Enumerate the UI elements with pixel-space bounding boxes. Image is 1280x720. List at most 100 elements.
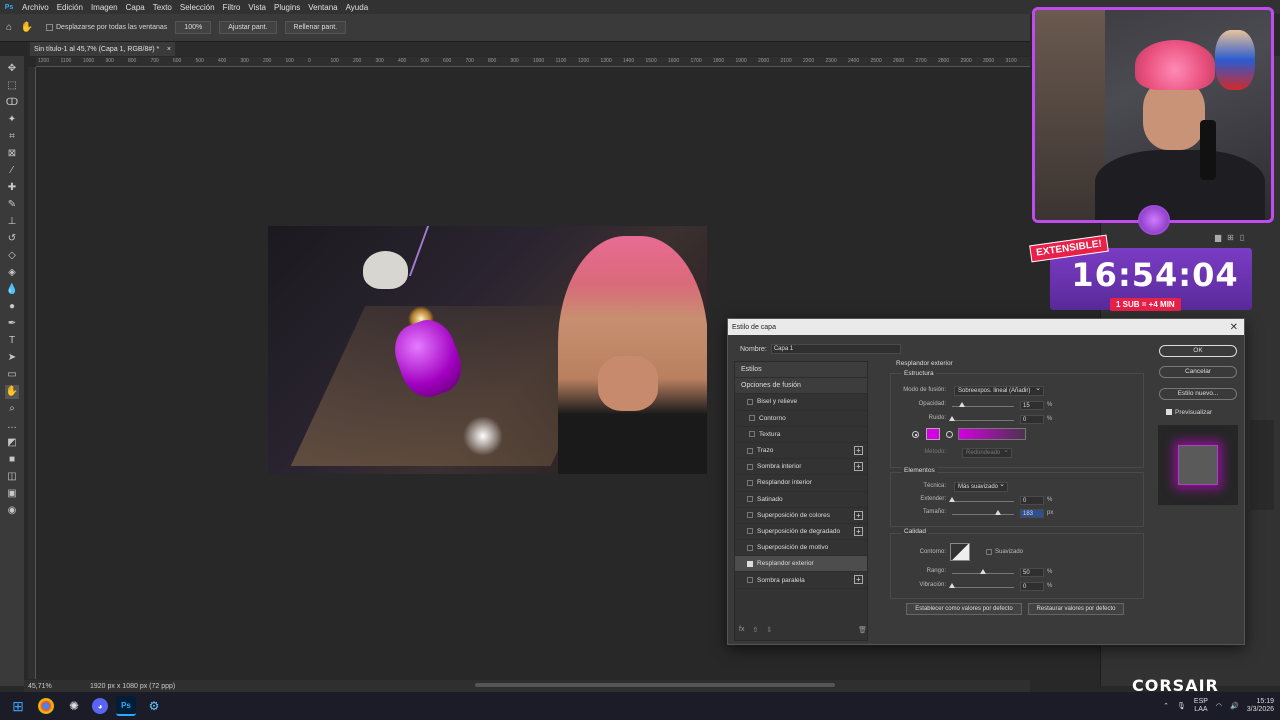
bevel-emboss-item[interactable]: Bisel y relieve [735, 394, 867, 411]
new-style-button[interactable]: Estilo nuevo... [1159, 388, 1237, 400]
tab-close-icon[interactable]: × [167, 46, 171, 53]
folder-icon[interactable]: ▆ [1215, 233, 1221, 242]
menu-texto[interactable]: Texto [149, 3, 176, 12]
add-drop-shadow-icon[interactable]: + [854, 575, 863, 585]
fx-icon[interactable]: fx [739, 626, 744, 634]
marquee-tool-icon[interactable]: ⬚ [5, 79, 19, 93]
spread-slider[interactable] [952, 501, 1014, 502]
blur-tool-icon[interactable]: 💧 [5, 283, 19, 297]
add-inner-shadow-icon[interactable]: + [854, 462, 863, 472]
share-icon[interactable]: ◉ [5, 504, 19, 518]
range-slider-thumb[interactable] [980, 569, 986, 574]
history-brush-tool-icon[interactable]: ↺ [5, 232, 19, 246]
satin-item[interactable]: Satinado [735, 492, 867, 508]
lasso-tool-icon[interactable]: ↀ [5, 96, 19, 110]
menu-archivo[interactable]: Archivo [18, 3, 53, 12]
tray-chevron-icon[interactable]: ⌃ [1163, 702, 1169, 710]
color-overlay-item[interactable]: Superposición de colores + [735, 508, 867, 524]
add-color-overlay-icon[interactable]: + [854, 510, 863, 520]
menu-vista[interactable]: Vista [244, 3, 270, 12]
inner-glow-item[interactable]: Resplandor interior [735, 475, 867, 492]
size-slider-thumb[interactable] [995, 510, 1001, 515]
steam-icon[interactable]: ⚙ [144, 696, 164, 716]
style-checkbox[interactable] [747, 447, 753, 454]
pen-tool-icon[interactable]: ✒ [5, 317, 19, 331]
antialias-checkbox[interactable] [986, 549, 992, 555]
scroll-all-windows-option[interactable]: Desplazarse por todas las ventanas [46, 24, 167, 31]
jitter-slider-thumb[interactable] [949, 583, 955, 588]
menu-edicion[interactable]: Edición [53, 3, 87, 12]
blend-mode-select[interactable]: Sobreexpos. lineal (Añadir) [954, 385, 1044, 396]
clock[interactable]: 15:19 3/3/2026 [1247, 698, 1274, 714]
menu-plugins[interactable]: Plugins [270, 3, 304, 12]
move-tool-icon[interactable]: ✥ [5, 62, 19, 76]
fill-screen-button[interactable]: Rellenar pant. [284, 21, 347, 34]
move-up-icon[interactable]: ⇧ [752, 626, 758, 634]
gradient-overlay-item[interactable]: Superposición de degradado + [735, 524, 867, 541]
language-indicator[interactable]: ESP LAA [1194, 698, 1208, 714]
document-tab[interactable]: Sin título-1 al 45,7% (Capa 1, RGB/8#) *… [30, 42, 175, 56]
rectangle-tool-icon[interactable]: ▭ [5, 368, 19, 382]
trash-icon[interactable]: 🗑 [858, 626, 867, 634]
noise-slider[interactable] [952, 420, 1014, 421]
gradient-radio[interactable] [946, 431, 953, 438]
set-default-button[interactable]: Establecer como valores por defecto [906, 603, 1022, 615]
canvas-image[interactable] [268, 226, 707, 474]
contour-picker[interactable] [950, 543, 970, 561]
path-selection-tool-icon[interactable]: ➤ [5, 351, 19, 365]
style-checkbox[interactable] [747, 528, 753, 535]
home-icon[interactable]: ⌂ [0, 22, 18, 33]
hand-tool-icon[interactable]: ✋ [18, 22, 36, 33]
spread-slider-thumb[interactable] [949, 497, 955, 502]
magic-wand-tool-icon[interactable]: ✦ [5, 113, 19, 127]
new-layer-icon[interactable]: ⊞ [1227, 233, 1234, 242]
crop-tool-icon[interactable]: ⌗ [5, 130, 19, 144]
style-checkbox-checked[interactable] [747, 560, 753, 567]
method-select[interactable]: Redondeado [962, 447, 1012, 458]
cancel-button[interactable]: Cancelar [1159, 366, 1237, 378]
contour-item[interactable]: Contorno [735, 411, 867, 427]
zoom-tool-icon[interactable]: ⌕ [5, 402, 19, 416]
discord-icon[interactable]: ◕ [92, 698, 108, 714]
technique-select[interactable]: Más suavizado [954, 481, 1008, 492]
chrome-icon[interactable] [36, 696, 56, 716]
eyedropper-tool-icon[interactable]: ⁄ [5, 164, 19, 178]
add-stroke-icon[interactable]: + [854, 445, 863, 455]
foreground-color-icon[interactable]: ■ [5, 453, 19, 467]
more-tools-icon[interactable]: … [5, 419, 19, 433]
glow-color-swatch[interactable] [926, 428, 940, 440]
solid-color-radio[interactable] [912, 431, 919, 438]
ok-button[interactable]: OK [1159, 345, 1237, 357]
windows-start-icon[interactable]: ⊞ [8, 696, 28, 716]
horizontal-scrollbar[interactable] [475, 683, 835, 687]
scroll-all-checkbox[interactable] [46, 24, 53, 31]
close-icon[interactable]: ✕ [1230, 322, 1238, 333]
noise-field[interactable]: 0 [1020, 415, 1044, 424]
style-checkbox[interactable] [747, 479, 753, 486]
menu-seleccion[interactable]: Selección [176, 3, 219, 12]
photoshop-taskbar-icon[interactable]: Ps [116, 696, 136, 716]
pattern-overlay-item[interactable]: Superposición de motivo [735, 540, 867, 557]
noise-slider-thumb[interactable] [949, 416, 955, 421]
screen-mode-icon[interactable]: ▣ [5, 487, 19, 501]
size-field[interactable]: 183 [1020, 509, 1044, 518]
menu-imagen[interactable]: Imagen [87, 3, 122, 12]
openai-icon[interactable]: ✺ [64, 696, 84, 716]
styles-header[interactable]: Estilos [735, 362, 867, 379]
style-checkbox[interactable] [747, 496, 753, 503]
delete-layer-icon[interactable]: ▯ [1240, 233, 1244, 242]
frame-tool-icon[interactable]: ⊠ [5, 147, 19, 161]
style-checkbox[interactable] [747, 463, 753, 470]
fit-screen-button[interactable]: Ajustar pant. [219, 21, 277, 34]
style-checkbox[interactable] [747, 577, 753, 584]
zoom-level[interactable]: 45,71% [24, 683, 64, 690]
color-swatches-icon[interactable]: ◩ [5, 436, 19, 450]
style-checkbox[interactable] [749, 415, 755, 422]
dialog-titlebar[interactable]: Estilo de capa ✕ [728, 319, 1244, 335]
style-checkbox[interactable] [747, 512, 753, 519]
jitter-slider[interactable] [952, 587, 1014, 588]
brush-tool-icon[interactable]: ✎ [5, 198, 19, 212]
reset-default-button[interactable]: Restaurar valores por defecto [1028, 603, 1124, 615]
menu-ventana[interactable]: Ventana [304, 3, 341, 12]
stamp-tool-icon[interactable]: ⊥ [5, 215, 19, 229]
